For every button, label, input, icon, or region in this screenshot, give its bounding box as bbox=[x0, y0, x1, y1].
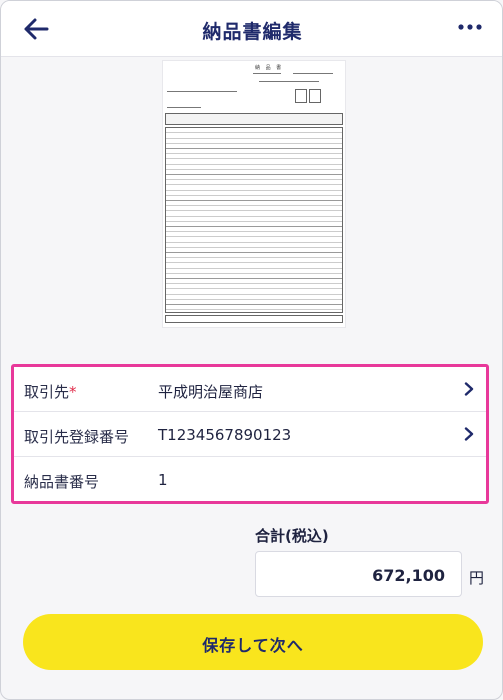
page-title: 納品書編集 bbox=[202, 21, 303, 43]
stamp-box bbox=[295, 89, 307, 103]
delivery-note-number-row[interactable]: 納品書番号 1 bbox=[14, 457, 486, 502]
client-registration-value: T1234567890123 bbox=[158, 426, 292, 444]
total-amount-field[interactable]: 672,100 bbox=[255, 551, 462, 597]
divider bbox=[259, 81, 319, 82]
divider bbox=[167, 107, 201, 108]
save-and-next-button[interactable]: 保存して次へ bbox=[23, 614, 483, 670]
document-preview-title: 納 品 書 bbox=[255, 65, 284, 71]
divider bbox=[293, 73, 333, 74]
divider bbox=[253, 73, 281, 74]
required-mark: * bbox=[69, 383, 77, 401]
chevron-right-icon bbox=[464, 382, 474, 396]
document-preview-image[interactable]: 納 品 書 bbox=[163, 61, 345, 327]
client-value: 平成明治屋商店 bbox=[158, 383, 264, 401]
line-items-table bbox=[165, 127, 343, 313]
divider bbox=[167, 91, 237, 92]
more-options-icon[interactable] bbox=[458, 19, 482, 39]
total-label: 合計(税込) bbox=[255, 527, 329, 545]
delivery-note-number-label: 納品書番号 bbox=[24, 473, 100, 491]
total-amount-value: 672,100 bbox=[372, 566, 445, 585]
app-frame: 納品書編集 納 品 書 取引先* 平成明治屋商店 取引先登録番号 T123456… bbox=[0, 0, 503, 700]
client-registration-row[interactable]: 取引先登録番号 T1234567890123 bbox=[14, 412, 486, 457]
stamp-box bbox=[309, 89, 321, 103]
total-unit: 円 bbox=[469, 569, 485, 587]
document-preview-area: 納 品 書 bbox=[1, 57, 502, 362]
client-label: 取引先* bbox=[24, 383, 77, 401]
client-row[interactable]: 取引先* 平成明治屋商店 bbox=[14, 367, 486, 412]
client-registration-label: 取引先登録番号 bbox=[24, 428, 130, 446]
save-and-next-label: 保存して次へ bbox=[202, 636, 304, 655]
summary-table bbox=[165, 113, 343, 125]
delivery-note-number-value: 1 bbox=[158, 471, 168, 489]
app-header: 納品書編集 bbox=[1, 1, 502, 57]
info-card: 取引先* 平成明治屋商店 取引先登録番号 T1234567890123 納品書番… bbox=[11, 364, 489, 504]
chevron-right-icon bbox=[464, 427, 474, 441]
remarks-box bbox=[165, 315, 343, 323]
